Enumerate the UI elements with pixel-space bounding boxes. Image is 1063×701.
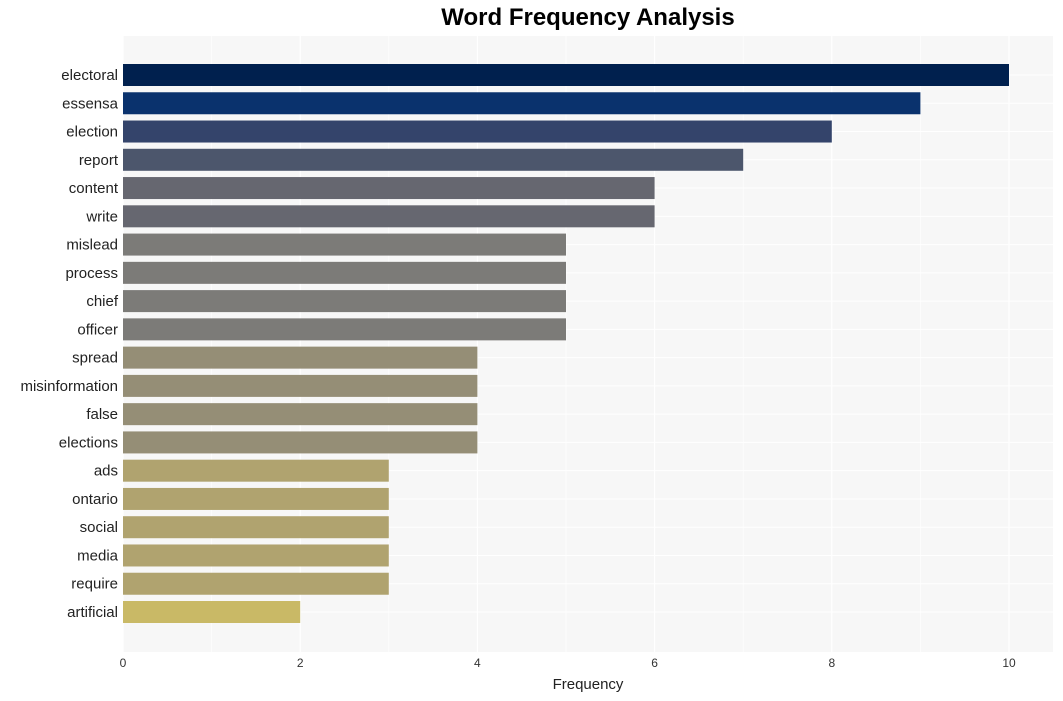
bar-misinformation: [123, 374, 478, 397]
bar-spread: [123, 346, 478, 369]
x-tick-label: 4: [474, 656, 481, 670]
y-tick-label: misinformation: [20, 378, 118, 395]
bar-essensa: [123, 92, 921, 115]
y-tick-label: process: [65, 265, 118, 282]
bar-chief: [123, 290, 566, 313]
x-tick-label: 8: [828, 656, 835, 670]
y-tick-label: write: [85, 208, 118, 225]
y-tick-label: electoral: [61, 67, 118, 84]
x-tick-label: 10: [1002, 656, 1016, 670]
bar-false: [123, 403, 478, 426]
bar-mislead: [123, 233, 566, 256]
bar-ontario: [123, 487, 389, 510]
y-tick-label: spread: [72, 350, 118, 367]
y-tick-label: artificial: [67, 604, 118, 621]
y-tick-label: officer: [77, 321, 118, 338]
y-tick-label: report: [79, 152, 119, 169]
y-axis-labels: electoral essensa election report content wri…: [20, 67, 118, 621]
x-axis-label: Frequency: [553, 676, 624, 693]
y-tick-label: essensa: [62, 95, 119, 112]
bar-chart: electoral essensa election report content wri…: [20, 36, 1053, 693]
bar-ads: [123, 459, 389, 482]
y-tick-label: chief: [86, 293, 119, 310]
x-tick-label: 2: [297, 656, 304, 670]
x-axis-ticks: 0 2 4 6 8 10: [120, 656, 1016, 670]
y-tick-label: social: [80, 519, 118, 536]
x-tick-label: 6: [651, 656, 658, 670]
y-tick-label: ads: [94, 463, 118, 480]
y-tick-label: media: [77, 547, 119, 564]
bar-write: [123, 205, 655, 228]
bar-content: [123, 177, 655, 200]
x-tick-label: 0: [120, 656, 127, 670]
y-tick-label: elections: [59, 434, 118, 451]
bar-social: [123, 516, 389, 539]
bar-report: [123, 148, 744, 171]
y-tick-label: ontario: [72, 491, 118, 508]
bar-require: [123, 572, 389, 595]
y-tick-label: false: [86, 406, 118, 423]
y-tick-label: require: [71, 576, 118, 593]
y-tick-label: content: [69, 180, 119, 197]
y-tick-label: election: [66, 124, 118, 141]
bar-electoral: [123, 64, 1009, 86]
bar-media: [123, 544, 389, 567]
bar-election: [123, 120, 832, 143]
bar-artificial: [123, 601, 301, 623]
bar-elections: [123, 431, 478, 454]
y-tick-label: mislead: [66, 237, 118, 254]
bar-process: [123, 261, 566, 284]
bar-officer: [123, 318, 566, 341]
